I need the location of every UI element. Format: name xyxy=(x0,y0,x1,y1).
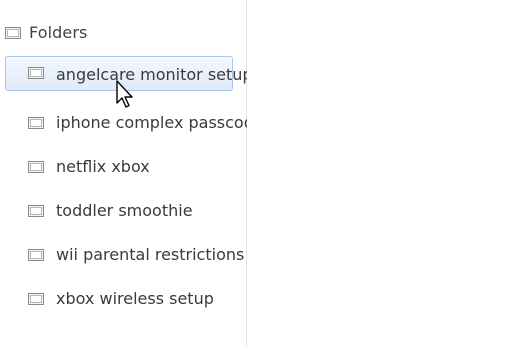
folder-browser-window: Folders angelcare monitor setup iphone c… xyxy=(0,0,520,347)
folder-icon xyxy=(28,65,44,79)
content-pane xyxy=(247,0,520,347)
folder-tree-pane: Folders angelcare monitor setup iphone c… xyxy=(0,0,264,347)
folder-item-toddler-smoothie[interactable]: toddler smoothie xyxy=(0,188,246,232)
folder-item-label: iphone complex passcode xyxy=(56,112,264,132)
folder-item-iphone-complex-passcode[interactable]: iphone complex passcode xyxy=(0,100,264,144)
folder-item-label: netflix xbox xyxy=(56,156,150,176)
folder-item-label: xbox wireless setup xyxy=(56,288,214,308)
folder-item-angelcare-monitor-setup[interactable]: angelcare monitor setup xyxy=(0,56,253,100)
tree-root-folders[interactable]: Folders xyxy=(5,20,87,44)
folder-icon xyxy=(28,291,44,305)
folder-icon xyxy=(28,247,44,261)
folder-item-label: toddler smoothie xyxy=(56,200,193,220)
folder-item-wii-parental-restrictions[interactable]: wii parental restrictions xyxy=(0,232,246,276)
folder-list: angelcare monitor setup iphone complex p… xyxy=(0,56,264,320)
folder-item-label: wii parental restrictions xyxy=(56,244,245,264)
folder-icon xyxy=(5,25,21,39)
folder-item-label: angelcare monitor setup xyxy=(56,65,253,84)
folder-icon xyxy=(28,115,44,129)
folder-item-xbox-wireless-setup[interactable]: xbox wireless setup xyxy=(0,276,246,320)
tree-root-label: Folders xyxy=(29,22,88,42)
folder-item-netflix-xbox[interactable]: netflix xbox xyxy=(0,144,246,188)
folder-icon xyxy=(28,159,44,173)
folder-icon xyxy=(28,203,44,217)
